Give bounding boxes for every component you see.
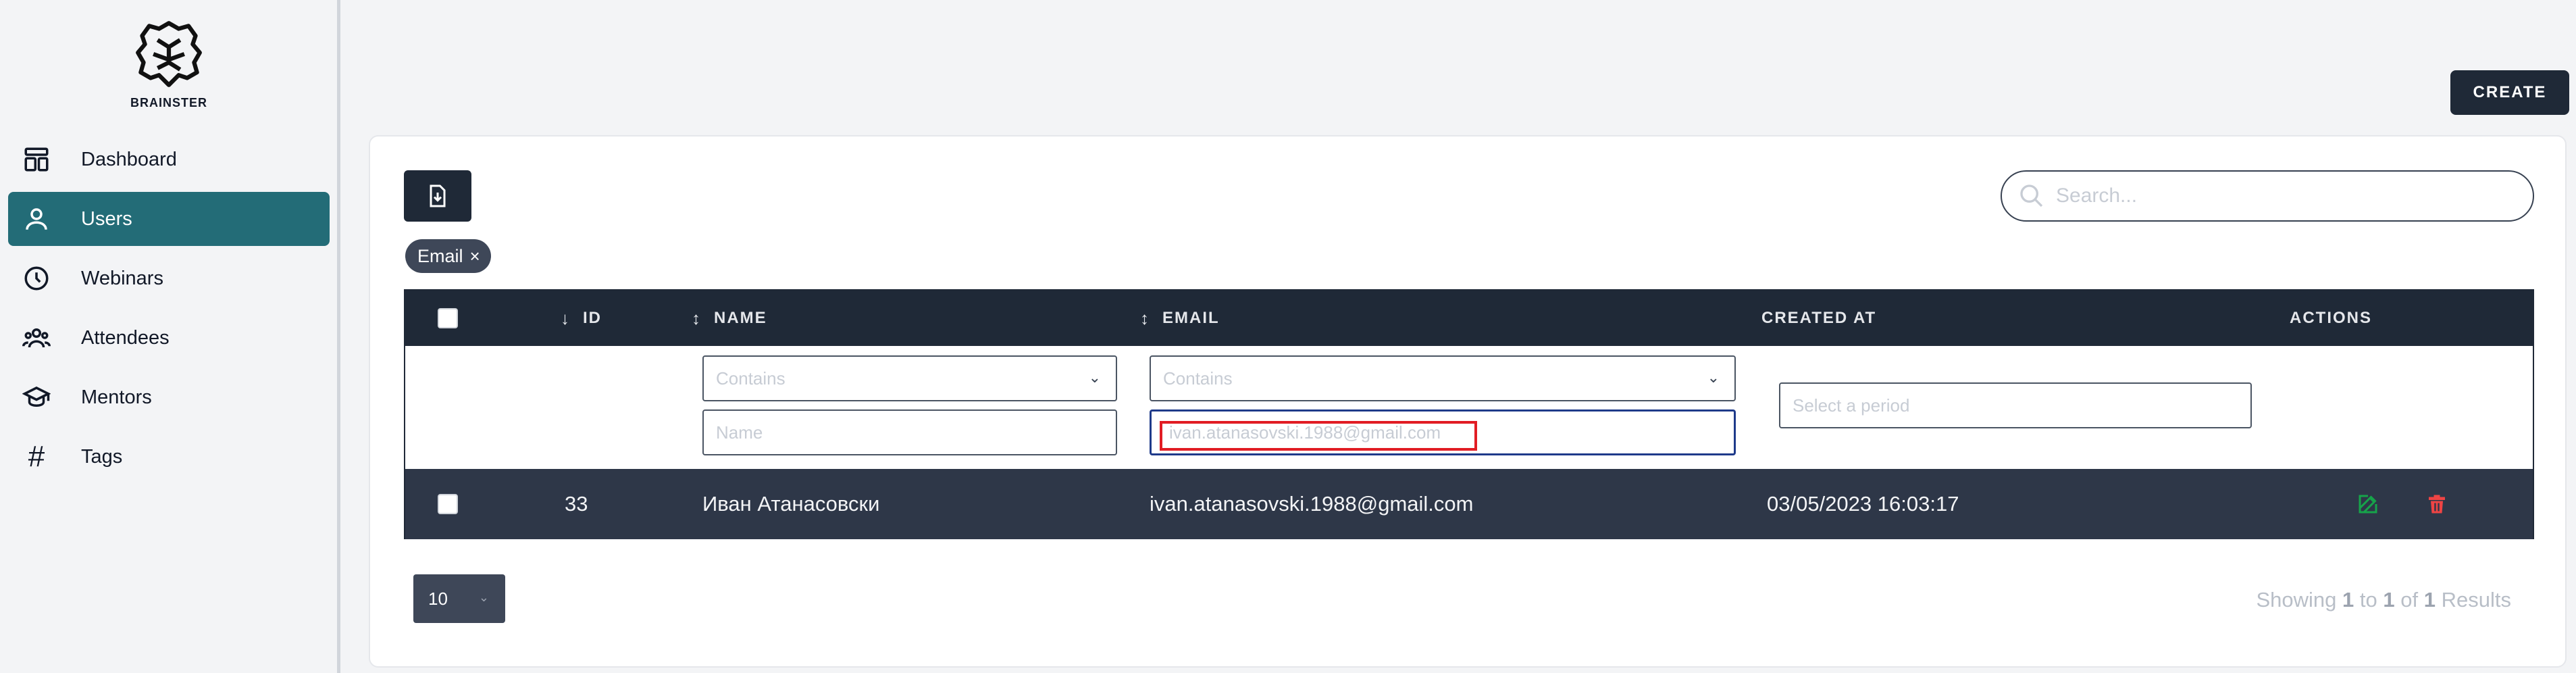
row-checkbox[interactable] (438, 494, 458, 514)
column-label: CREATED AT (1761, 309, 1877, 327)
delete-icon[interactable] (2425, 469, 2449, 539)
summary-from: 1 (2342, 588, 2354, 612)
select-value: Contains (716, 368, 785, 389)
pagination-summary: Showing 1 to 1 of 1 Results (2256, 588, 2511, 612)
filter-chip-email: Email × (405, 239, 491, 273)
user-icon (20, 203, 53, 235)
summary-text: of (2400, 588, 2419, 612)
summary-to: 1 (2383, 588, 2395, 612)
column-id[interactable]: ↓ ID (561, 291, 602, 346)
sort-down-icon: ↓ (561, 307, 571, 328)
sidebar-item-users[interactable]: Users (8, 192, 330, 246)
graduation-cap-icon (20, 381, 53, 414)
chevron-down-icon: ⌄ (1707, 369, 1720, 386)
users-table: ↓ ID ↕ NAME ↕ EMAIL CREATED AT ACTIONS C… (404, 289, 2534, 539)
name-operator-select[interactable]: Contains ⌄ (702, 355, 1117, 401)
table-row[interactable]: 33 Иван Атанасовски ivan.atanasovski.198… (405, 469, 2533, 539)
column-label: ACTIONS (2290, 309, 2372, 327)
created-at-period-input[interactable]: Select a period (1779, 382, 2252, 428)
column-label: ID (583, 309, 602, 327)
column-actions: ACTIONS (2290, 291, 2372, 346)
select-value: 10 (428, 588, 448, 609)
cell-created-at: 03/05/2023 16:03:17 (1767, 492, 1959, 516)
search-input[interactable] (2056, 184, 2488, 207)
select-value: Contains (1163, 368, 1233, 389)
chevron-down-icon: ⌄ (1088, 369, 1101, 386)
select-all-cell (438, 291, 458, 346)
sidebar-item-mentors[interactable]: Mentors (8, 370, 330, 424)
filter-row: Contains ⌄ Name Contains ⌄ ivan.atanasov… (405, 346, 2533, 469)
clock-icon (20, 262, 53, 295)
input-placeholder: Select a period (1793, 395, 1910, 416)
sidebar-item-dashboard[interactable]: Dashboard (8, 132, 330, 186)
chevron-down-icon: ⌄ (478, 591, 489, 604)
group-icon (20, 322, 53, 354)
column-name[interactable]: ↕ NAME (692, 291, 767, 346)
sidebar: BRAINSTER Dashboard Users Webinars Atten… (0, 0, 340, 673)
column-label: EMAIL (1162, 309, 1220, 327)
column-label: NAME (714, 309, 767, 327)
sidebar-item-attendees[interactable]: Attendees (8, 311, 330, 365)
table-header: ↓ ID ↕ NAME ↕ EMAIL CREATED AT ACTIONS (405, 291, 2533, 346)
file-download-icon (430, 184, 446, 207)
sort-both-icon: ↕ (692, 307, 702, 328)
filter-chip-label: Email (417, 245, 463, 266)
sidebar-item-label: Tags (81, 445, 123, 468)
cell-name: Иван Атанасовски (702, 492, 880, 516)
search-icon (2020, 184, 2043, 207)
cell-email: ivan.atanasovski.1988@gmail.com (1150, 492, 1474, 516)
email-filter-input[interactable]: ivan.atanasovski.1988@gmail.com (1150, 409, 1736, 455)
brand-logo[interactable]: BRAINSTER (128, 19, 209, 114)
column-email[interactable]: ↕ EMAIL (1140, 291, 1220, 346)
sidebar-item-label: Webinars (81, 267, 163, 289)
users-table-card: Email × ↓ ID ↕ NAME ↕ EMAIL CREATED AT (369, 135, 2567, 668)
sidebar-item-label: Users (81, 207, 132, 230)
column-created-at: CREATED AT (1761, 291, 1876, 346)
sidebar-item-label: Attendees (81, 326, 170, 349)
edit-icon[interactable] (2356, 469, 2380, 539)
summary-total: 1 (2423, 588, 2436, 612)
row-select-cell (438, 469, 458, 539)
name-filter-input[interactable]: Name (702, 409, 1117, 455)
sidebar-item-webinars[interactable]: Webinars (8, 251, 330, 305)
sidebar-item-label: Mentors (81, 386, 152, 408)
search-box[interactable] (2001, 170, 2534, 222)
email-operator-select[interactable]: Contains ⌄ (1150, 355, 1736, 401)
input-value: ivan.atanasovski.1988@gmail.com (1169, 422, 1441, 443)
sort-both-icon: ↕ (1140, 307, 1150, 328)
input-placeholder: Name (716, 422, 763, 443)
summary-text: Showing (2256, 588, 2337, 612)
export-button[interactable] (404, 170, 471, 222)
brand-name: BRAINSTER (130, 96, 207, 109)
sidebar-item-tags[interactable]: # Tags (8, 430, 330, 484)
chip-close-icon[interactable]: × (470, 246, 480, 267)
dashboard-icon (20, 143, 53, 176)
cell-id: 33 (565, 492, 588, 516)
page-size-select[interactable]: 10 ⌄ (413, 574, 505, 623)
hash-icon: # (28, 440, 45, 473)
summary-text: to (2359, 588, 2377, 612)
create-button[interactable]: CREATE (2450, 70, 2569, 115)
summary-text: Results (2441, 588, 2511, 612)
sidebar-nav: Dashboard Users Webinars Attendees Mento… (8, 132, 330, 489)
select-all-checkbox[interactable] (438, 308, 458, 328)
brain-logo-icon (136, 21, 202, 87)
sidebar-item-label: Dashboard (81, 148, 177, 170)
